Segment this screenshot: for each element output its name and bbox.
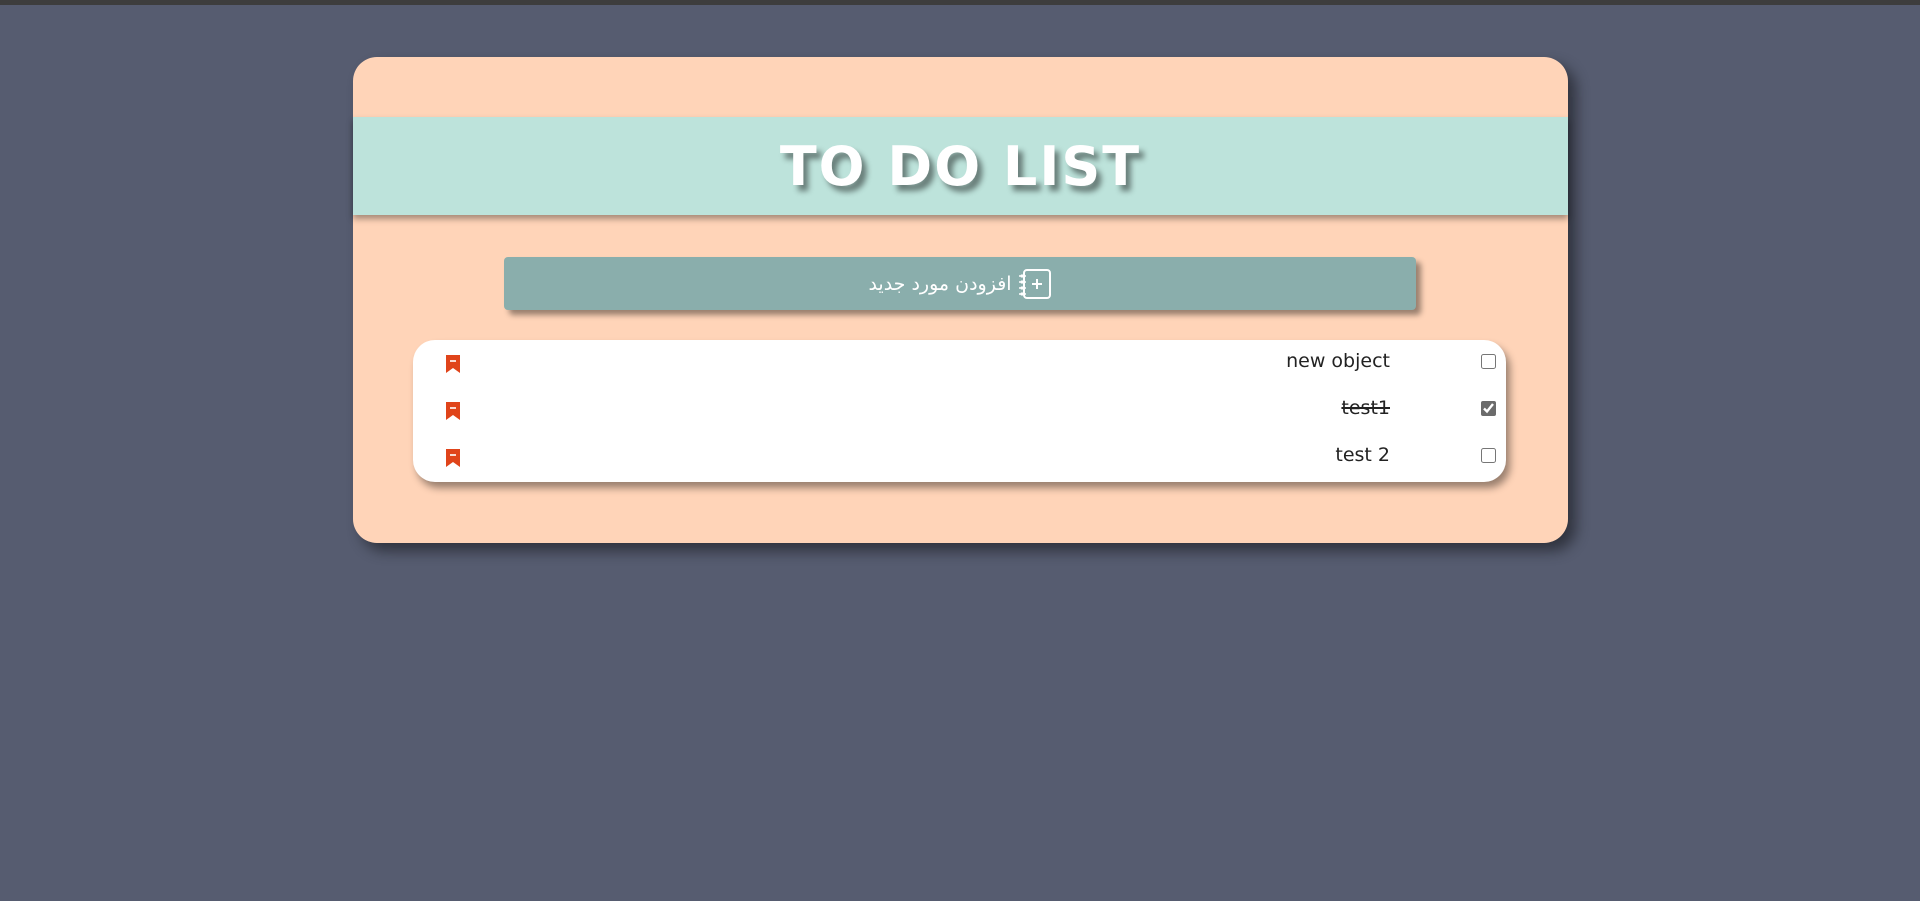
list-item-checkbox[interactable]: [1481, 448, 1496, 463]
list-item: test 2: [413, 438, 1506, 478]
list-item-text: test1: [1341, 397, 1390, 419]
bookmark-minus-icon[interactable]: [445, 401, 461, 421]
list-item: new object: [413, 344, 1506, 384]
bookmark-minus-icon[interactable]: [445, 354, 461, 374]
list-item: test1: [413, 391, 1506, 431]
notebook-plus-icon: [1018, 268, 1052, 300]
bookmark-minus-icon[interactable]: [445, 448, 461, 468]
add-item-button[interactable]: افزودن مورد جدید: [504, 257, 1416, 310]
list-item-text: test 2: [1335, 444, 1390, 466]
todo-card: TO DO LIST افزودن مورد جدید new object t…: [353, 57, 1568, 543]
browser-top-bar: [0, 0, 1920, 5]
list-item-text: new object: [1286, 350, 1390, 372]
list-item-checkbox[interactable]: [1481, 354, 1496, 369]
list-item-checkbox[interactable]: [1481, 401, 1496, 416]
header-band: TO DO LIST: [353, 117, 1568, 215]
todo-list: new object test1 test 2: [413, 340, 1506, 482]
add-item-label: افزودن مورد جدید: [868, 272, 1012, 295]
page-title: TO DO LIST: [779, 134, 1142, 198]
